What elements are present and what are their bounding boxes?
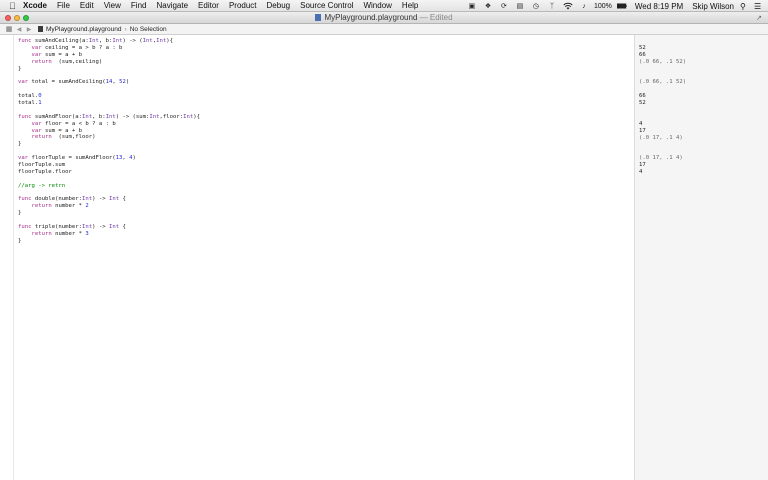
code-line[interactable]: return (sum,ceiling) — [18, 59, 200, 66]
wifi-icon[interactable] — [563, 2, 573, 10]
code-line[interactable]: return number * 2 — [18, 203, 200, 210]
sync-icon[interactable]: ⟳ — [499, 2, 509, 10]
code-line[interactable]: return number * 3 — [18, 231, 200, 238]
code-line[interactable] — [18, 190, 200, 197]
code-line[interactable]: } — [18, 210, 200, 217]
code-line[interactable]: } — [18, 141, 200, 148]
result-value[interactable]: 4 — [639, 121, 642, 127]
window-title-text: MyPlayground.playground — [324, 13, 418, 22]
code-line[interactable] — [18, 86, 200, 93]
code-line[interactable]: func sumAndFloor(a:Int, b:Int) -> (sum:I… — [18, 114, 200, 121]
code-line[interactable]: total.1 — [18, 100, 200, 107]
window-titlebar: MyPlayground.playground — Edited ↗ — [0, 12, 768, 24]
code-line[interactable] — [18, 107, 200, 114]
edited-indicator: — Edited — [419, 13, 453, 22]
code-line[interactable]: floorTuple.floor — [18, 169, 200, 176]
menu-editor[interactable]: Editor — [193, 0, 224, 12]
status-area: ▣ ❖ ⟳ ▤ ◷ ᛉ ♪ 100% Wed 8:19 PM Skip Wils… — [464, 0, 768, 12]
breadcrumb-selection[interactable]: No Selection — [130, 26, 167, 33]
result-value[interactable]: 17 — [639, 128, 646, 134]
playground-icon — [38, 26, 43, 32]
menu-source-control[interactable]: Source Control — [295, 0, 358, 12]
breadcrumb-file[interactable]: MyPlayground.playground — [46, 26, 122, 33]
volume-icon[interactable]: ♪ — [579, 2, 589, 10]
bluetooth-icon[interactable]: ᛉ — [547, 2, 557, 10]
code-line[interactable] — [18, 176, 200, 183]
code-line[interactable]: var sum = a + b — [18, 128, 200, 135]
code-line[interactable]: var floorTuple = sumAndFloor(13, 4) — [18, 155, 200, 162]
menu-find[interactable]: Find — [126, 0, 152, 12]
code-line[interactable]: floorTuple.sum — [18, 162, 200, 169]
spotlight-icon[interactable]: ⚲ — [740, 2, 754, 11]
breadcrumb-separator-icon: › — [124, 25, 127, 33]
result-value[interactable]: (.0 17, .1 4) — [639, 135, 683, 141]
menu-file[interactable]: File — [52, 0, 75, 12]
time-machine-icon[interactable]: ◷ — [531, 2, 541, 10]
code-line[interactable]: //arg -> retrn — [18, 183, 200, 190]
code-line[interactable]: } — [18, 66, 200, 73]
code-line[interactable]: } — [18, 238, 200, 245]
result-value[interactable]: (.0 66, .1 52) — [639, 79, 686, 85]
code-line[interactable]: func triple(number:Int) -> Int { — [18, 224, 200, 231]
code-line[interactable]: func double(number:Int) -> Int { — [18, 196, 200, 203]
battery-percent[interactable]: 100% — [592, 3, 614, 10]
screen-record-icon[interactable]: ▣ — [467, 2, 477, 10]
code-line[interactable]: var total = sumAndCeiling(14, 52) — [18, 79, 200, 86]
code-line[interactable] — [18, 217, 200, 224]
clipboard-icon[interactable]: ▤ — [515, 2, 525, 10]
notification-center-icon[interactable]: ☰ — [754, 2, 768, 11]
code-line[interactable]: var ceiling = a > b ? a : b — [18, 45, 200, 52]
code-editor[interactable]: func sumAndCeiling(a:Int, b:Int) -> (Int… — [0, 35, 634, 480]
menu-bar:  Xcode File Edit View Find Navigate Edi… — [0, 0, 768, 12]
result-value[interactable]: 52 — [639, 100, 646, 106]
apple-icon[interactable]:  — [0, 0, 16, 12]
playground-file-icon — [315, 14, 322, 21]
menu-window[interactable]: Window — [358, 0, 396, 12]
window-title: MyPlayground.playground — Edited — [0, 12, 768, 24]
code-lines[interactable]: func sumAndCeiling(a:Int, b:Int) -> (Int… — [18, 38, 200, 245]
code-line[interactable]: var floor = a < b ? a : b — [18, 121, 200, 128]
code-line[interactable] — [18, 72, 200, 79]
jump-bar: ▦ ◀ ▶ MyPlayground.playground › No Selec… — [0, 24, 768, 35]
fullscreen-icon[interactable]: ↗ — [756, 14, 762, 22]
code-line[interactable]: total.0 — [18, 93, 200, 100]
result-value[interactable]: 17 — [639, 162, 646, 168]
code-line[interactable] — [18, 148, 200, 155]
menubar-user[interactable]: Skip Wilson — [688, 2, 740, 11]
result-value[interactable]: (.0 66, .1 52) — [639, 59, 686, 65]
dropbox-icon[interactable]: ❖ — [483, 2, 493, 10]
menu-debug[interactable]: Debug — [262, 0, 296, 12]
result-value[interactable]: (.0 17, .1 4) — [639, 155, 683, 161]
back-arrow-icon[interactable]: ◀ — [14, 26, 24, 33]
result-value[interactable]: 4 — [639, 169, 642, 175]
results-sidebar: 52 66 (.0 66, .1 52) (.0 66, .1 52) 66 52 4 17(… — [634, 35, 768, 480]
code-line[interactable]: var sum = a + b — [18, 52, 200, 59]
code-line[interactable]: func sumAndCeiling(a:Int, b:Int) -> (Int… — [18, 38, 200, 45]
menu-help[interactable]: Help — [397, 0, 423, 12]
forward-arrow-icon[interactable]: ▶ — [24, 26, 34, 33]
battery-icon[interactable] — [616, 2, 627, 10]
menubar-clock[interactable]: Wed 8:19 PM — [630, 2, 688, 11]
result-value[interactable]: 66 — [639, 52, 646, 58]
menu-app-name[interactable]: Xcode — [18, 0, 52, 12]
editor-gutter — [13, 35, 14, 480]
related-items-icon[interactable]: ▦ — [4, 25, 14, 33]
menu-edit[interactable]: Edit — [75, 0, 99, 12]
result-value[interactable]: 66 — [639, 93, 646, 99]
menu-view[interactable]: View — [99, 0, 126, 12]
result-value[interactable]: 52 — [639, 45, 646, 51]
menu-navigate[interactable]: Navigate — [151, 0, 193, 12]
code-line[interactable]: return (sum,floor) — [18, 134, 200, 141]
menu-product[interactable]: Product — [224, 0, 262, 12]
